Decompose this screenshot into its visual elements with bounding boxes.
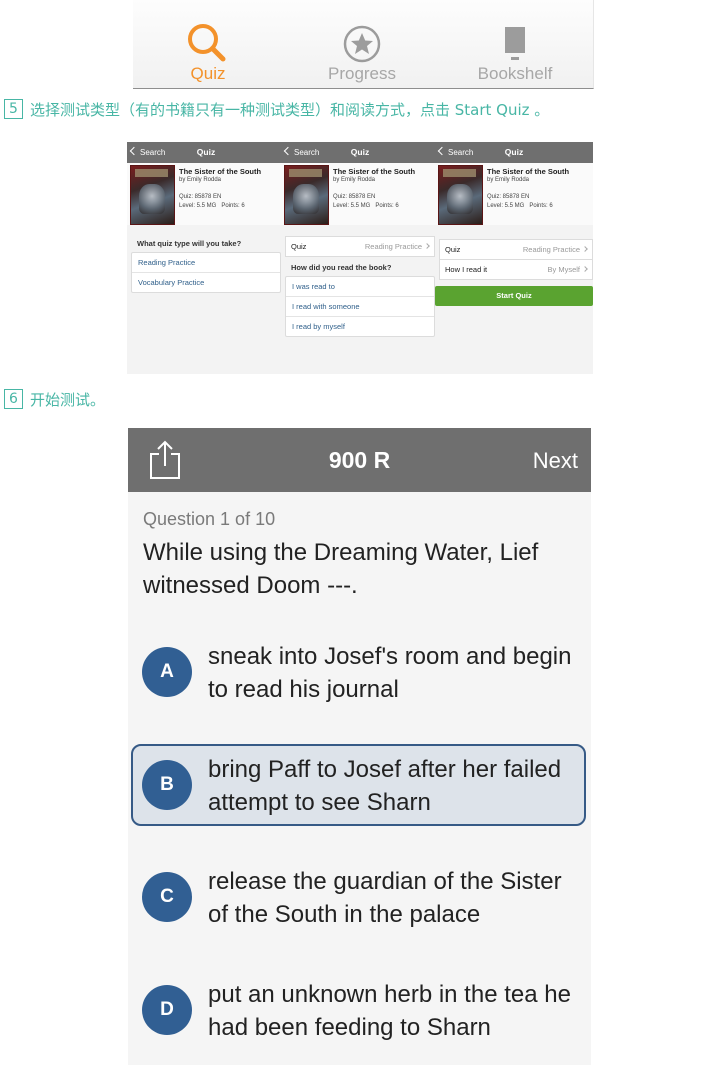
read-method-list: I was read to I read with someone I read… <box>285 276 435 337</box>
nav-title: Quiz <box>196 147 216 157</box>
step-number: 6 <box>4 389 23 409</box>
next-button[interactable]: Next <box>533 428 578 494</box>
answer-option-b[interactable]: B bring Paff to Josef after her failed a… <box>131 744 586 826</box>
start-quiz-button[interactable]: Start Quiz <box>435 286 593 306</box>
step-6-caption: 6 开始测试。 <box>4 389 105 409</box>
row-label: Quiz <box>445 245 461 254</box>
answer-option-a[interactable]: A sneak into Josef's room and begin to r… <box>131 631 586 713</box>
book-cover <box>284 165 329 225</box>
answer-letter-badge: A <box>142 647 192 697</box>
nav-bar: Search Quiz <box>127 142 285 163</box>
mini-screen-1: Search Quiz The Sister of the South by E… <box>127 142 285 374</box>
option-vocabulary-practice[interactable]: Vocabulary Practice <box>132 273 280 292</box>
reading-level: 900 R <box>328 447 391 473</box>
answer-option-d[interactable]: D put an unknown herb in the tea he had … <box>131 969 586 1051</box>
book-info: The Sister of the South by Emily Rodda Q… <box>281 163 439 225</box>
star-icon <box>342 24 382 69</box>
tab-progress[interactable]: Progress <box>287 0 437 88</box>
read-method-section: Quiz Reading Practice How did you read t… <box>285 236 435 337</box>
book-cover <box>438 165 483 225</box>
nav-title: Quiz <box>350 147 370 157</box>
quiz-type-list: Reading Practice Vocabulary Practice <box>131 252 281 293</box>
nav-title: Quiz <box>504 147 524 157</box>
answer-text: sneak into Josef's room and begin to rea… <box>208 643 572 703</box>
tab-bookshelf-label: Bookshelf <box>477 64 553 83</box>
option-read-with-someone[interactable]: I read with someone <box>286 297 434 317</box>
tab-quiz-label: Quiz <box>190 64 226 83</box>
book-title: The Sister of the South <box>179 167 262 176</box>
answer-letter-badge: C <box>142 872 192 922</box>
answer-text: put an unknown herb in the tea he had be… <box>208 981 571 1041</box>
row-label: How I read it <box>445 265 488 274</box>
answer-option-c[interactable]: C release the guardian of the Sister of … <box>131 856 586 938</box>
book-info: The Sister of the South by Emily Rodda Q… <box>127 163 285 225</box>
question-counter: Question 1 of 10 <box>143 509 276 529</box>
row-value: By Myself <box>547 265 580 274</box>
book-quiz-id: Quiz: 85878 EN <box>179 194 222 200</box>
option-read-by-myself[interactable]: I read by myself <box>286 317 434 336</box>
book-quiz-id: Quiz: 85878 EN <box>487 194 530 200</box>
book-level-points: Level: 5.5 MG Points: 6 <box>333 203 399 209</box>
mini-screen-2: Search Quiz The Sister of the South by E… <box>281 142 439 374</box>
mini-screens: Search Quiz The Sister of the South by E… <box>127 142 593 374</box>
book-cover <box>130 165 175 225</box>
book-icon <box>503 25 527 68</box>
search-icon <box>186 22 230 67</box>
book-level-points: Level: 5.5 MG Points: 6 <box>487 203 553 209</box>
section-heading: How did you read the book? <box>291 263 392 272</box>
row-value: Reading Practice <box>364 242 422 251</box>
book-quiz-id: Quiz: 85878 EN <box>333 194 376 200</box>
book-author: by Emily Rodda <box>179 177 222 183</box>
tab-progress-label: Progress <box>327 64 397 83</box>
option-reading-practice[interactable]: Reading Practice <box>132 253 280 273</box>
read-method-row[interactable]: How I read it By Myself <box>439 260 593 280</box>
book-title: The Sister of the South <box>333 167 416 176</box>
step-5-caption: 5 选择测试类型（有的书籍只有一种测试类型）和阅读方式，点击 Start Qui… <box>4 99 549 119</box>
row-label: Quiz <box>291 242 307 251</box>
row-value: Reading Practice <box>522 245 580 254</box>
quiz-screen: 900 R Next Question 1 of 10 While using … <box>128 428 591 1065</box>
tab-bookshelf[interactable]: Bookshelf <box>440 0 590 88</box>
tab-bar: Quiz Progress Bookshelf <box>133 0 594 89</box>
tab-quiz[interactable]: Quiz <box>133 0 283 88</box>
answer-letter-badge: B <box>142 760 192 810</box>
step-text: 选择测试类型（有的书籍只有一种测试类型）和阅读方式，点击 Start Quiz … <box>30 100 550 119</box>
option-read-to[interactable]: I was read to <box>286 277 434 297</box>
book-level-points: Level: 5.5 MG Points: 6 <box>179 203 245 209</box>
book-info: The Sister of the South by Emily Rodda Q… <box>435 163 593 225</box>
step-text: 开始测试。 <box>30 390 106 409</box>
book-title: The Sister of the South <box>487 167 570 176</box>
nav-bar: Search Quiz <box>281 142 439 163</box>
book-author: by Emily Rodda <box>487 177 530 183</box>
summary-section: Quiz Reading Practice How I read it By M… <box>435 239 593 306</box>
mini-screen-3: Search Quiz The Sister of the South by E… <box>435 142 593 374</box>
nav-bar: Search Quiz <box>435 142 593 163</box>
question-text: While using the Dreaming Water, Lief wit… <box>143 539 539 599</box>
quiz-nav-bar: 900 R Next <box>128 428 591 492</box>
answer-text: release the guardian of the Sister of th… <box>208 868 562 928</box>
answer-letter-badge: D <box>142 985 192 1035</box>
quiz-type-section: What quiz type will you take? Reading Pr… <box>131 233 281 293</box>
book-author: by Emily Rodda <box>333 177 376 183</box>
quiz-type-row[interactable]: Quiz Reading Practice <box>439 239 593 260</box>
quiz-type-row[interactable]: Quiz Reading Practice <box>285 236 435 257</box>
step-number: 5 <box>4 99 23 119</box>
answer-text: bring Paff to Josef after her failed att… <box>208 756 562 816</box>
section-heading: What quiz type will you take? <box>137 239 242 248</box>
